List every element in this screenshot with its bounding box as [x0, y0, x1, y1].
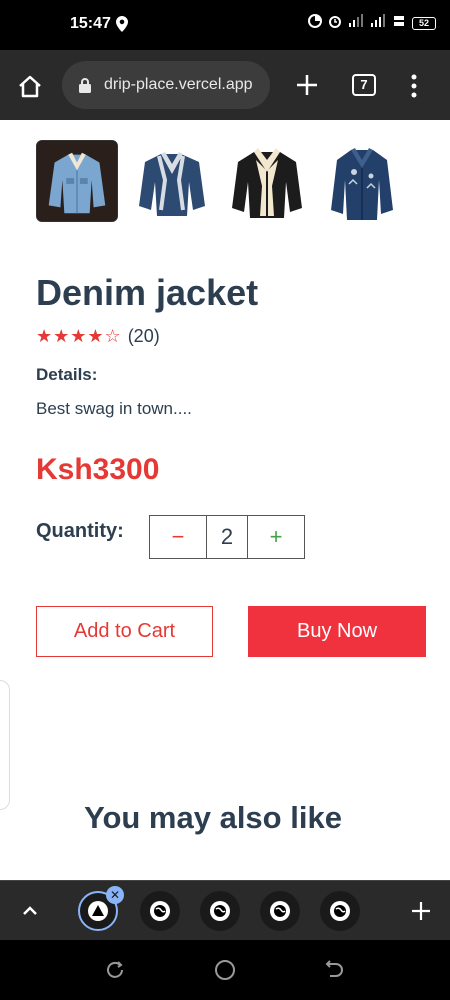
home-icon[interactable]: [16, 72, 44, 100]
tab-4[interactable]: [260, 891, 300, 931]
status-bar: 15:47 52: [0, 0, 450, 50]
increase-quantity-button[interactable]: +: [248, 516, 304, 558]
screen: 15:47 52 drip-place.vercel.app 7 Denim j…: [0, 0, 450, 1000]
thumbnail-embroidered-denim-jacket[interactable]: [321, 140, 403, 222]
plus-icon[interactable]: [294, 72, 320, 98]
details-label: Details:: [36, 365, 98, 384]
site-favicon-icon: [88, 901, 108, 921]
signal-bars-icon: [370, 14, 386, 33]
thumbnail-black-sherpa-jacket[interactable]: [226, 140, 308, 222]
product-rating: ★★★★☆ (20): [36, 326, 160, 347]
new-tab-plus-icon[interactable]: [408, 898, 434, 924]
recommendations-heading: You may also like: [84, 800, 342, 835]
globe-icon: [270, 901, 290, 921]
battery-icon: 52: [412, 17, 436, 30]
quantity-stepper: − 2 +: [149, 515, 305, 559]
system-navigation-bar: [0, 940, 450, 1000]
recent-apps-icon[interactable]: [104, 959, 126, 981]
edge-panel-handle[interactable]: [0, 680, 10, 810]
tab-5[interactable]: [320, 891, 360, 931]
close-tab-icon[interactable]: ✕: [106, 886, 124, 904]
product-page: Denim jacket ★★★★☆ (20) Details: Best sw…: [0, 120, 450, 880]
tab-2[interactable]: [140, 891, 180, 931]
tab-3[interactable]: [200, 891, 240, 931]
lock-icon: [78, 77, 92, 98]
more-vert-icon[interactable]: [404, 72, 424, 100]
back-icon[interactable]: [324, 959, 346, 981]
product-title: Denim jacket: [36, 272, 259, 313]
chevron-up-icon[interactable]: [18, 899, 42, 923]
alarm-icon: [328, 14, 342, 33]
tab-switcher-button[interactable]: 7: [352, 74, 376, 96]
url-text: drip-place.vercel.app: [104, 76, 253, 93]
buy-now-button[interactable]: Buy Now: [248, 606, 426, 657]
home-circle-icon[interactable]: [214, 959, 236, 981]
review-count: (20): [127, 326, 160, 346]
url-bar[interactable]: drip-place.vercel.app: [62, 61, 270, 109]
product-price: Ksh3300: [36, 453, 160, 486]
network-speed-icon: [392, 14, 406, 33]
thumbnail-gallery: [36, 140, 403, 222]
globe-icon: [150, 901, 170, 921]
globe-icon: [330, 901, 350, 921]
details-text: Best swag in town....: [36, 399, 192, 418]
status-time: 15:47: [70, 15, 111, 32]
star-rating-icon: ★★★★☆: [36, 326, 122, 346]
location-icon: [116, 16, 128, 37]
quantity-label: Quantity:: [36, 520, 124, 542]
quantity-value: 2: [206, 516, 248, 558]
signal-4g-icon: [348, 14, 364, 33]
globe-icon: [210, 901, 230, 921]
thumbnail-light-denim-jacket[interactable]: [36, 140, 118, 222]
thumbnail-dark-denim-jacket[interactable]: [131, 140, 213, 222]
add-to-cart-button[interactable]: Add to Cart: [36, 606, 213, 657]
data-saver-icon: [308, 14, 322, 33]
decrease-quantity-button[interactable]: −: [150, 516, 206, 558]
tab-strip: ✕: [0, 880, 450, 940]
browser-toolbar: drip-place.vercel.app 7: [0, 50, 450, 120]
status-icons: 52: [308, 14, 436, 33]
